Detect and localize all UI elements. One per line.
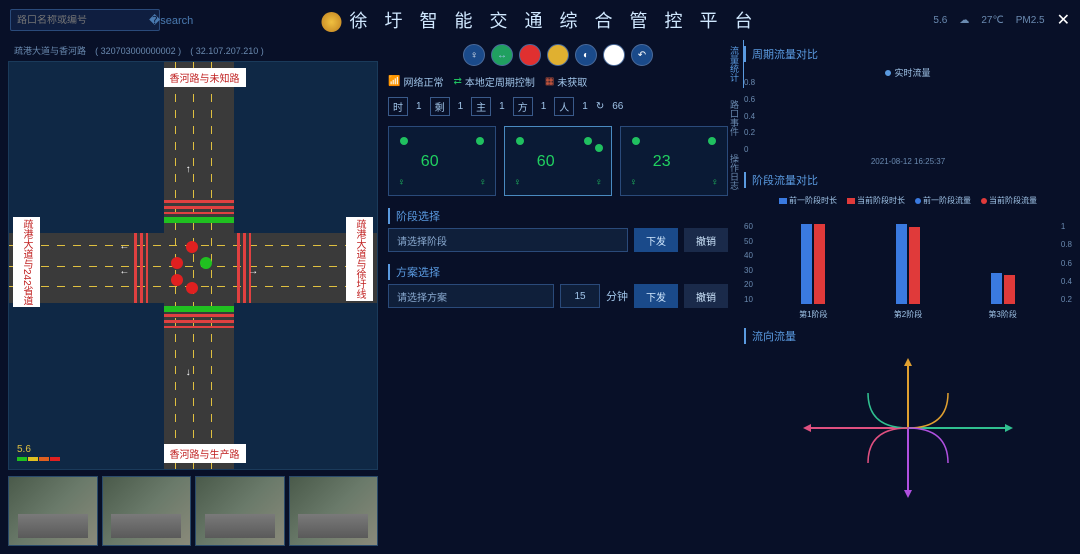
tab-events[interactable]: 路口事件 [726, 94, 744, 142]
intersection-title: 疏港大道与香河路 ( 320703000000002 ) ( 32.107.20… [8, 40, 378, 61]
fetch-status: 未获取 [557, 74, 587, 89]
phase-value: 60 [537, 153, 555, 171]
search-input[interactable] [17, 15, 149, 26]
mode-btn-back[interactable]: ↶ [631, 44, 653, 66]
mode-btn-yellow[interactable] [547, 44, 569, 66]
cycle-flow-chart: 实时流量 0.80.60.40.20 2021-08-12 16:25:37 [744, 66, 1072, 166]
count-label: 方 [513, 97, 533, 116]
mode-btn-2[interactable]: ↔ [491, 44, 513, 66]
camera-thumb-4[interactable] [289, 476, 379, 546]
weather-icon: ☁ [959, 15, 969, 26]
count-label: 主 [471, 97, 491, 116]
mode-btn-5[interactable]: ◐ [575, 44, 597, 66]
search-icon[interactable]: �search [149, 14, 193, 27]
camera-thumb-2[interactable] [102, 476, 192, 546]
count-label: 时 [388, 97, 408, 116]
road-label-north: 香河路与未知路 [164, 68, 246, 87]
chart3-title: 流向流量 [744, 328, 1072, 344]
camera-thumb-3[interactable] [195, 476, 285, 546]
wifi-icon: 📶 [388, 76, 400, 87]
tab-logs[interactable]: 操作日志 [726, 148, 744, 196]
mode-btn-white[interactable] [603, 44, 625, 66]
network-status: 网络正常 [403, 74, 443, 89]
chart1-title: 周期流量对比 [744, 46, 1072, 62]
badge-icon [321, 12, 341, 32]
plan-send-button[interactable]: 下发 [634, 284, 678, 308]
road-label-south: 香河路与生产路 [164, 444, 246, 463]
mode-btn-red[interactable] [519, 44, 541, 66]
mode-btn-1[interactable]: ♀ [463, 44, 485, 66]
calendar-icon: ▦ [545, 76, 554, 87]
map-legend: 5.6 [17, 444, 60, 461]
count-label: 人 [554, 97, 574, 116]
phase-cancel-button[interactable]: 撤销 [684, 228, 728, 252]
refresh-icon: ↻ [596, 101, 604, 112]
duration-unit: 分钟 [606, 288, 628, 304]
cycle-icon: ⇄ [453, 76, 461, 87]
count-label: 剩 [430, 97, 450, 116]
phase-box-1[interactable]: ♀♀ 60 [388, 126, 496, 196]
close-icon[interactable]: ✕ [1057, 10, 1070, 30]
control-mode: 本地定周期控制 [465, 74, 535, 89]
title-text: 徐 圩 智 能 交 通 综 合 管 控 平 台 [349, 11, 758, 31]
phase-box-3[interactable]: ♀♀ 23 [620, 126, 728, 196]
flow-direction-diagram [744, 348, 1072, 508]
plan-section-head: 方案选择 [388, 264, 728, 280]
intersection-map[interactable]: ← ← → ↑ ↓ 香河路与未知路 香河路与生产路 疏港大道与242省道 疏港大… [8, 61, 378, 470]
tab-flow-stats[interactable]: 流量统计 [726, 40, 744, 88]
camera-thumb-1[interactable] [8, 476, 98, 546]
duration-input[interactable]: 15 [560, 284, 600, 308]
pm25-label: PM2.5 [1016, 15, 1045, 26]
plan-select[interactable]: 请选择方案 [388, 284, 554, 308]
road-label-east: 疏港大道与徐圩线 [346, 217, 373, 301]
phase-value: 23 [653, 153, 671, 171]
phase-select[interactable]: 请选择阶段 [388, 228, 628, 252]
weather-temp: 27℃ [981, 15, 1003, 26]
chart2-title: 阶段流量对比 [744, 172, 1072, 188]
phase-value: 60 [421, 153, 439, 171]
plan-cancel-button[interactable]: 撤销 [684, 284, 728, 308]
phase-box-2[interactable]: ♀♀ 60 [504, 126, 612, 196]
rating-value: 5.6 [933, 15, 947, 26]
road-label-west: 疏港大道与242省道 [13, 217, 40, 308]
phase-send-button[interactable]: 下发 [634, 228, 678, 252]
app-title: 徐 圩 智 能 交 通 综 合 管 控 平 台 [321, 7, 758, 33]
phase-section-head: 阶段选择 [388, 208, 728, 224]
phase-flow-chart: 前一阶段时长 当前阶段时长 前一阶段流量 当前阶段流量 605040302010… [744, 192, 1072, 322]
search-box[interactable]: �search [10, 9, 160, 31]
